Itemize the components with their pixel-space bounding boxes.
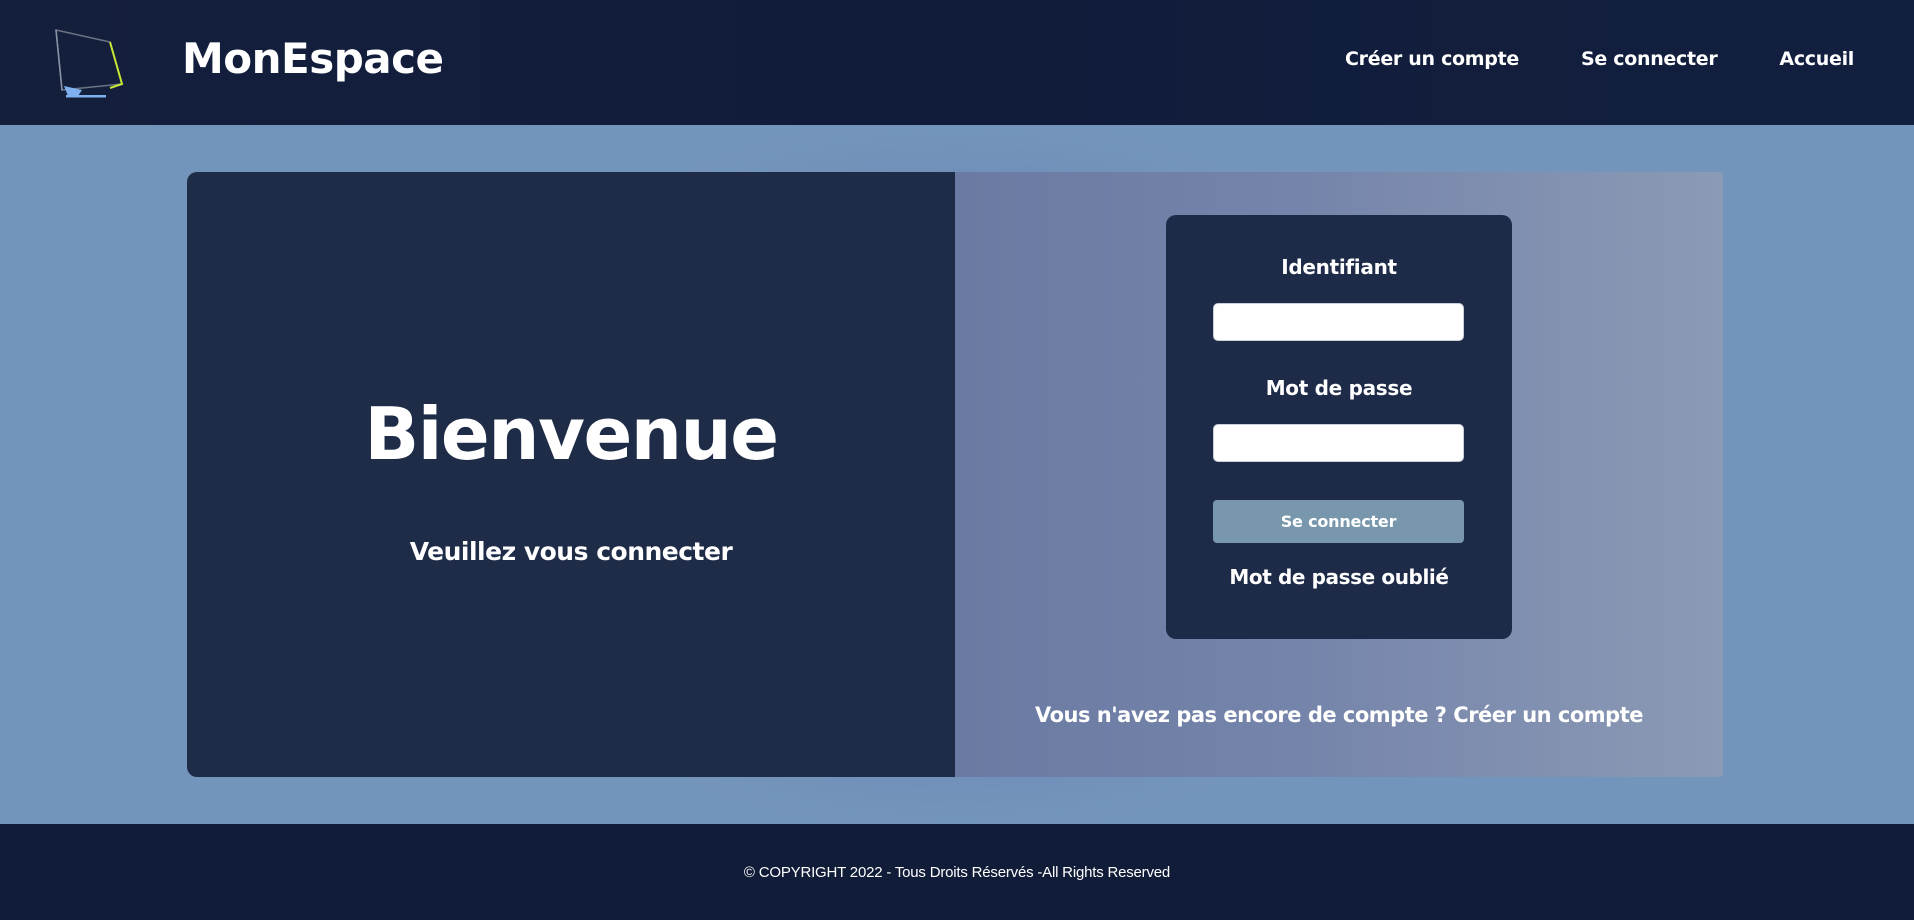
welcome-panel: Bienvenue Veuillez vous connecter (187, 172, 955, 777)
main-content: Bienvenue Veuillez vous connecter Identi… (0, 125, 1914, 824)
login-button[interactable]: Se connecter (1213, 500, 1464, 543)
signup-prompt-text: Vous n'avez pas encore de compte ? (1035, 703, 1447, 727)
welcome-title: Bienvenue (364, 392, 779, 476)
password-input[interactable] (1213, 424, 1464, 462)
nav-login[interactable]: Se connecter (1581, 48, 1718, 70)
site-footer: © COPYRIGHT 2022 - Tous Droits Réservés … (0, 824, 1914, 920)
welcome-subtitle: Veuillez vous connecter (409, 537, 733, 566)
login-panel: Identifiant Mot de passe Se connecter Mo… (955, 172, 1723, 777)
forgot-password-link[interactable]: Mot de passe oublié (1166, 565, 1512, 589)
signup-prompt: Vous n'avez pas encore de compte ? Créer… (955, 703, 1723, 727)
nav-create-account[interactable]: Créer un compte (1345, 48, 1519, 70)
username-label: Identifiant (1281, 255, 1397, 279)
brand-title[interactable]: MonEspace (182, 34, 444, 83)
copyright-text: © COPYRIGHT 2022 - Tous Droits Réservés … (743, 863, 1171, 881)
nav-home[interactable]: Accueil (1779, 48, 1854, 70)
login-form: Identifiant Mot de passe Se connecter Mo… (1166, 215, 1512, 639)
top-nav: Créer un compte Se connecter Accueil (1345, 48, 1854, 70)
monitor-icon[interactable] (52, 28, 124, 98)
username-input[interactable] (1213, 303, 1464, 341)
site-header: MonEspace Créer un compte Se connecter A… (0, 0, 1914, 125)
signup-link[interactable]: Créer un compte (1453, 703, 1643, 727)
password-label: Mot de passe (1265, 376, 1413, 400)
